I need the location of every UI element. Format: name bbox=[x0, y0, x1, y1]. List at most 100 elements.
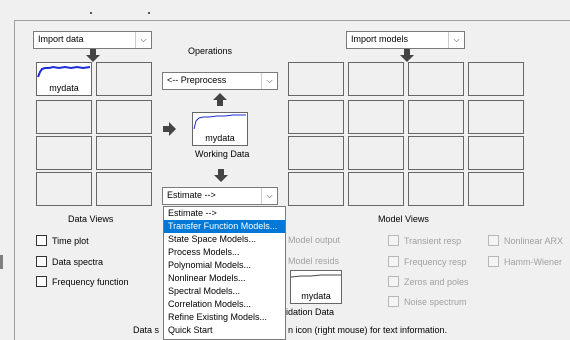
chevron-down-icon[interactable]: ⌵ bbox=[261, 188, 277, 204]
arrow-up-icon bbox=[213, 93, 227, 106]
validation-data-name: mydata bbox=[301, 291, 331, 301]
estimate-menu-item[interactable]: Estimate --> bbox=[164, 207, 285, 220]
validation-data-label: idation Data bbox=[286, 307, 335, 317]
chevron-down-icon[interactable]: ⌵ bbox=[135, 32, 151, 48]
data-slot-empty[interactable] bbox=[96, 100, 152, 134]
preprocess-select-value: <-- Preprocess bbox=[167, 75, 227, 85]
hamm-wiener-checkbox[interactable]: Hamm-Wiener bbox=[488, 256, 562, 267]
chevron-down-icon[interactable]: ⌵ bbox=[448, 32, 464, 48]
working-data-label: Working Data bbox=[195, 149, 250, 159]
estimate-menu-item[interactable]: State Space Models... bbox=[164, 233, 285, 246]
estimate-menu-item[interactable]: Nonlinear Models... bbox=[164, 272, 285, 285]
nonlinear-arx-checkbox[interactable]: Nonlinear ARX bbox=[488, 235, 563, 246]
model-slot-empty[interactable] bbox=[348, 100, 404, 134]
checkbox-box[interactable] bbox=[388, 276, 399, 287]
model-resids-label: Model resids bbox=[288, 256, 340, 266]
hamm-wiener-label: Hamm-Wiener bbox=[504, 256, 563, 267]
data-signal-thumbnail bbox=[37, 65, 91, 78]
estimate-menu-item-selected[interactable]: Transfer Function Models... bbox=[164, 220, 285, 233]
arrow-down-icon bbox=[86, 49, 100, 62]
zeros-and-poles-label: Zeros and poles bbox=[404, 276, 469, 287]
import-data-select-value: Import data bbox=[38, 34, 84, 44]
top-tick-mark bbox=[148, 12, 150, 14]
model-slot-empty[interactable] bbox=[348, 62, 404, 96]
estimate-menu-item[interactable]: Spectral Models... bbox=[164, 285, 285, 298]
data-slot-mydata[interactable]: mydata bbox=[36, 62, 92, 96]
data-slot-empty[interactable] bbox=[36, 172, 92, 206]
data-spectra-label: Data spectra bbox=[52, 256, 104, 267]
model-slot-empty[interactable] bbox=[288, 172, 344, 206]
model-slot-empty[interactable] bbox=[348, 136, 404, 170]
estimate-select-value: Estimate --> bbox=[167, 190, 216, 200]
import-models-select[interactable]: Import models ⌵ bbox=[346, 31, 465, 49]
time-plot-checkbox[interactable]: Time plot bbox=[36, 235, 89, 246]
data-slot-empty[interactable] bbox=[36, 100, 92, 134]
model-slot-empty[interactable] bbox=[288, 136, 344, 170]
arrow-down-icon bbox=[214, 169, 228, 182]
model-slot-empty[interactable] bbox=[288, 100, 344, 134]
arrow-right-icon bbox=[163, 122, 176, 136]
model-slot-empty[interactable] bbox=[408, 136, 464, 170]
data-slot-label: mydata bbox=[49, 83, 79, 93]
zeros-and-poles-checkbox[interactable]: Zeros and poles bbox=[388, 276, 469, 287]
estimate-dropdown-list[interactable]: Estimate --> Transfer Function Models...… bbox=[163, 206, 286, 340]
working-data-slot[interactable]: mydata bbox=[192, 112, 248, 146]
working-data-name: mydata bbox=[205, 133, 235, 143]
estimate-menu-item[interactable]: Polynomial Models... bbox=[164, 259, 285, 272]
checkbox-box[interactable] bbox=[488, 256, 499, 267]
model-slot-empty[interactable] bbox=[408, 172, 464, 206]
model-resids-checkbox[interactable]: Model resids bbox=[288, 256, 339, 266]
data-slot-empty[interactable] bbox=[96, 136, 152, 170]
checkbox-box[interactable] bbox=[388, 256, 399, 267]
validation-data-slot[interactable]: mydata bbox=[290, 270, 342, 304]
data-views-label: Data Views bbox=[68, 214, 114, 224]
data-slot-empty[interactable] bbox=[36, 136, 92, 170]
operations-label: Operations bbox=[188, 46, 233, 56]
model-slot-empty[interactable] bbox=[468, 172, 524, 206]
estimate-menu-item[interactable]: Correlation Models... bbox=[164, 298, 285, 311]
arrow-down-icon bbox=[400, 49, 414, 62]
frequency-function-checkbox[interactable]: Frequency function bbox=[36, 276, 129, 287]
estimate-menu-item[interactable]: Refine Existing Models... bbox=[164, 311, 285, 324]
checkbox-box[interactable] bbox=[36, 256, 47, 267]
window-left-edge bbox=[0, 255, 3, 269]
model-slot-empty[interactable] bbox=[408, 62, 464, 96]
estimate-menu-item[interactable]: Process Models... bbox=[164, 246, 285, 259]
chevron-down-icon[interactable]: ⌵ bbox=[261, 73, 277, 89]
noise-spectrum-checkbox[interactable]: Noise spectrum bbox=[388, 296, 467, 307]
transient-resp-checkbox[interactable]: Transient resp bbox=[388, 235, 461, 246]
data-slot-empty[interactable] bbox=[96, 172, 152, 206]
model-slot-empty[interactable] bbox=[468, 100, 524, 134]
working-data-signal-thumbnail bbox=[193, 114, 246, 130]
checkbox-box[interactable] bbox=[36, 276, 47, 287]
validation-data-signal-thumbnail bbox=[291, 274, 341, 278]
checkbox-box[interactable] bbox=[388, 235, 399, 246]
data-spectra-checkbox[interactable]: Data spectra bbox=[36, 256, 103, 267]
preprocess-select[interactable]: <-- Preprocess ⌵ bbox=[162, 72, 278, 90]
time-plot-label: Time plot bbox=[52, 235, 89, 246]
checkbox-box[interactable] bbox=[36, 235, 47, 246]
estimate-select[interactable]: Estimate --> ⌵ bbox=[162, 187, 278, 205]
transient-resp-label: Transient resp bbox=[404, 235, 462, 246]
status-text-left: Data s bbox=[133, 325, 160, 335]
frequency-function-label: Frequency function bbox=[52, 276, 129, 287]
model-slot-empty[interactable] bbox=[468, 62, 524, 96]
top-tick-mark bbox=[90, 12, 92, 14]
model-output-checkbox[interactable]: Model output bbox=[288, 235, 340, 245]
status-text-right: n icon (right mouse) for text informatio… bbox=[288, 325, 448, 335]
nonlinear-arx-label: Nonlinear ARX bbox=[504, 235, 564, 246]
estimate-menu-item[interactable]: Quick Start bbox=[164, 324, 285, 337]
model-slot-empty[interactable] bbox=[348, 172, 404, 206]
checkbox-box[interactable] bbox=[388, 296, 399, 307]
frequency-resp-checkbox[interactable]: Frequency resp bbox=[388, 256, 467, 267]
model-slot-empty[interactable] bbox=[288, 62, 344, 96]
model-slot-empty[interactable] bbox=[408, 100, 464, 134]
model-slot-empty[interactable] bbox=[468, 136, 524, 170]
data-slot-empty[interactable] bbox=[96, 62, 152, 96]
window-top-strip bbox=[0, 0, 570, 20]
checkbox-box[interactable] bbox=[488, 235, 499, 246]
model-views-label: Model Views bbox=[378, 214, 429, 224]
import-data-select[interactable]: Import data ⌵ bbox=[33, 31, 152, 49]
import-models-select-value: Import models bbox=[351, 34, 409, 44]
model-output-label: Model output bbox=[288, 235, 341, 245]
